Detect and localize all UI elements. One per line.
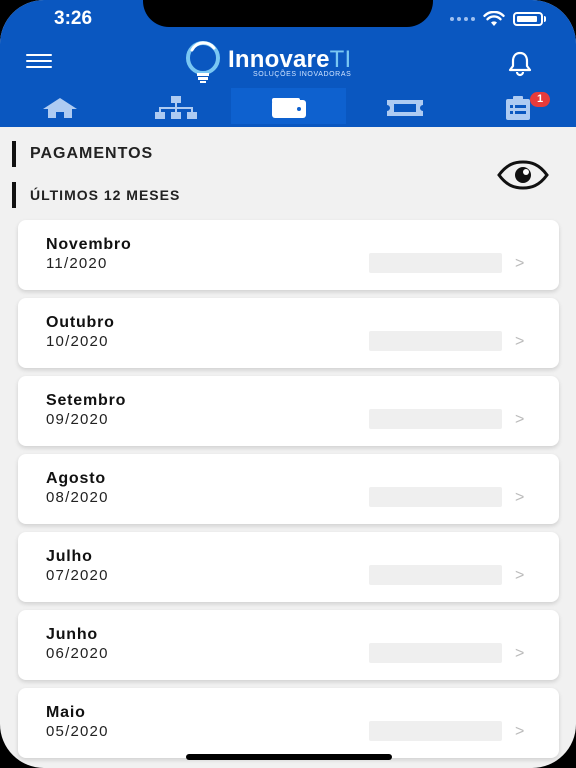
bell-icon	[508, 51, 532, 77]
chevron-right-icon: >	[515, 333, 525, 350]
payment-item[interactable]: Outubro 10/2020 >	[18, 298, 559, 368]
home-icon	[42, 97, 77, 118]
app-screen: 3:26 InnovareTI SOLUÇÕES INOVADORAS 1 PA…	[0, 0, 576, 768]
tab-payments[interactable]	[231, 88, 346, 127]
payment-month: Maio	[46, 704, 86, 721]
payment-date: 05/2020	[46, 723, 109, 740]
payment-date: 07/2020	[46, 567, 109, 584]
chevron-right-icon: >	[515, 645, 525, 662]
payment-date: 06/2020	[46, 645, 109, 662]
logo-name: InnovareTI	[228, 45, 352, 73]
battery-icon	[513, 12, 543, 26]
payment-item[interactable]: Junho 06/2020 >	[18, 610, 559, 680]
ticket-icon	[386, 99, 423, 116]
payment-item[interactable]: Maio 05/2020 >	[18, 688, 559, 758]
payment-date: 08/2020	[46, 489, 109, 506]
status-time: 3:26	[54, 8, 93, 29]
clipboard-list-icon	[505, 95, 530, 120]
tab-bar	[0, 88, 576, 127]
hidden-amount	[369, 409, 502, 429]
status-icons	[450, 9, 546, 29]
chevron-right-icon: >	[515, 489, 525, 506]
tab-org-chart[interactable]	[118, 88, 233, 127]
wifi-icon	[483, 11, 505, 26]
chevron-right-icon: >	[515, 567, 525, 584]
payment-date: 09/2020	[46, 411, 109, 428]
app-header: 3:26 InnovareTI SOLUÇÕES INOVADORAS 1	[0, 0, 576, 127]
home-indicator[interactable]	[186, 754, 392, 760]
payment-item[interactable]: Agosto 08/2020 >	[18, 454, 559, 524]
wallet-icon	[271, 97, 306, 118]
org-chart-icon	[154, 95, 197, 119]
payment-month: Setembro	[46, 392, 127, 409]
cellular-signal-icon	[450, 17, 475, 21]
toggle-visibility-button[interactable]	[497, 160, 549, 190]
hidden-amount	[369, 487, 502, 507]
lightbulb-logo-icon	[186, 41, 220, 83]
battery-nub	[544, 16, 546, 22]
menu-button[interactable]	[26, 50, 54, 72]
hidden-amount	[369, 331, 502, 351]
period-title: ÚLTIMOS 12 MESES	[12, 182, 180, 208]
payment-item[interactable]: Setembro 09/2020 >	[18, 376, 559, 446]
tab-tasks[interactable]	[460, 88, 575, 127]
payment-month: Junho	[46, 626, 98, 643]
payment-date: 11/2020	[46, 255, 108, 272]
payments-title: PAGAMENTOS	[12, 141, 153, 167]
hidden-amount	[369, 565, 502, 585]
hidden-amount	[369, 253, 502, 273]
hidden-amount	[369, 643, 502, 663]
payment-month: Agosto	[46, 470, 106, 487]
payment-item[interactable]: Novembro 11/2020 >	[18, 220, 559, 290]
chevron-right-icon: >	[515, 723, 525, 740]
eye-icon	[497, 160, 549, 190]
payment-month: Julho	[46, 548, 93, 565]
hidden-amount	[369, 721, 502, 741]
logo-tagline: SOLUÇÕES INOVADORAS	[252, 70, 352, 78]
tab-home[interactable]	[2, 88, 117, 127]
chevron-right-icon: >	[515, 411, 525, 428]
payment-month: Outubro	[46, 314, 115, 331]
payment-month: Novembro	[46, 236, 132, 253]
payment-item[interactable]: Julho 07/2020 >	[18, 532, 559, 602]
chevron-right-icon: >	[515, 255, 525, 272]
device-notch	[143, 0, 433, 27]
notification-badge: 1	[530, 92, 550, 107]
notifications-button[interactable]	[506, 49, 534, 77]
payment-date: 10/2020	[46, 333, 109, 350]
innovare-logo: InnovareTI SOLUÇÕES INOVADORAS	[182, 40, 351, 84]
tab-tickets[interactable]	[347, 88, 462, 127]
